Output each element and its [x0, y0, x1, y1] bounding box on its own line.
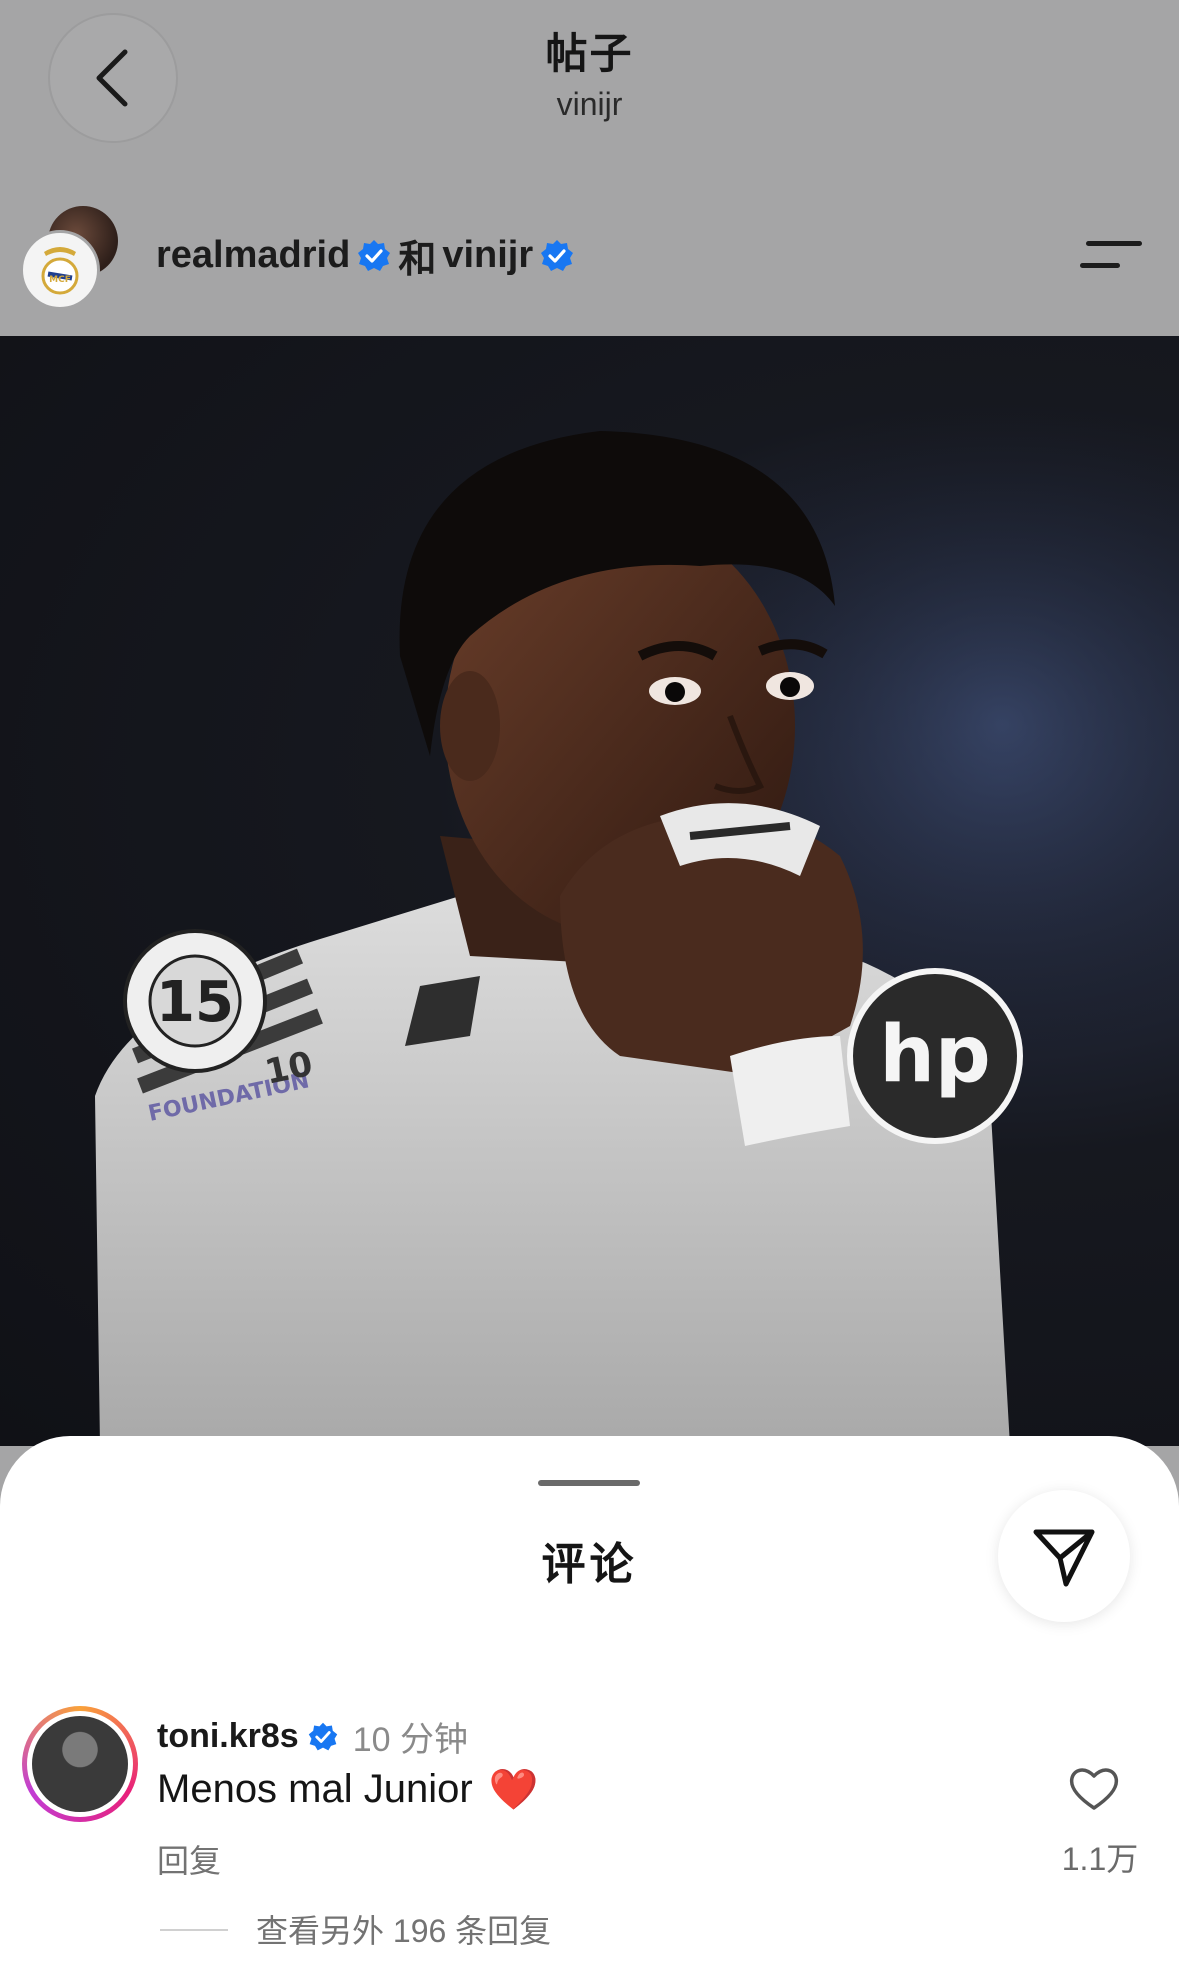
crest-icon: MCF	[41, 247, 79, 295]
divider	[160, 1929, 228, 1931]
champions-badge-icon: 15	[123, 929, 267, 1073]
view-more-replies[interactable]: 查看另外 196 条回复	[256, 1906, 551, 1952]
reply-button[interactable]: 回复	[157, 1836, 221, 1882]
author-connector: 和	[398, 239, 437, 281]
comments-sheet: 评论 toni.kr8s 10 分钟 Menos mal Junior ❤️ 回…	[0, 1436, 1179, 1967]
avatar	[32, 1716, 128, 1812]
verified-badge-icon	[356, 238, 392, 274]
comment-text: Menos mal Junior ❤️	[157, 1766, 539, 1813]
like-count: 1.1万	[1061, 1841, 1139, 1877]
page-title: 帖子	[545, 30, 634, 77]
menu-icon[interactable]	[1080, 235, 1146, 275]
author-avatars[interactable]: MCF	[20, 206, 120, 310]
verified-badge-icon	[539, 238, 575, 274]
drag-handle[interactable]	[538, 1480, 640, 1486]
heart-emoji: ❤️	[488, 1768, 539, 1812]
svg-text:MCF: MCF	[49, 275, 71, 285]
comment-header: toni.kr8s 10 分钟	[157, 1712, 468, 1761]
send-icon	[1033, 1529, 1095, 1587]
comment-body: Menos mal Junior	[157, 1767, 473, 1811]
svg-text:hp: hp	[879, 1010, 990, 1100]
comment-username[interactable]: toni.kr8s	[157, 1717, 299, 1756]
post-image[interactable]: hp 15 FOUNDATION 10	[0, 336, 1179, 1446]
page-subtitle: vinijr	[556, 86, 623, 122]
share-button[interactable]	[998, 1490, 1130, 1622]
post-header: 帖子 vinijr MCF realmadrid 和 vinijr	[0, 0, 1179, 336]
author-vinijr[interactable]: vinijr	[442, 234, 533, 277]
comment-time: 10 分钟	[352, 1721, 468, 1759]
post-photo-illustration: hp 15 FOUNDATION 10	[0, 336, 1179, 1446]
like-button[interactable]	[1066, 1760, 1122, 1816]
realmadrid-avatar: MCF	[20, 230, 100, 310]
heart-icon	[1069, 1768, 1119, 1810]
post-authors: realmadrid 和 vinijr	[156, 228, 575, 283]
verified-badge-icon	[307, 1721, 339, 1753]
title-block: 帖子 vinijr	[0, 24, 1179, 124]
avatar-ring-inner	[27, 1711, 133, 1817]
badge-number: 15	[156, 970, 234, 1035]
commenter-avatar[interactable]	[22, 1706, 138, 1822]
author-realmadrid[interactable]: realmadrid	[156, 234, 350, 277]
